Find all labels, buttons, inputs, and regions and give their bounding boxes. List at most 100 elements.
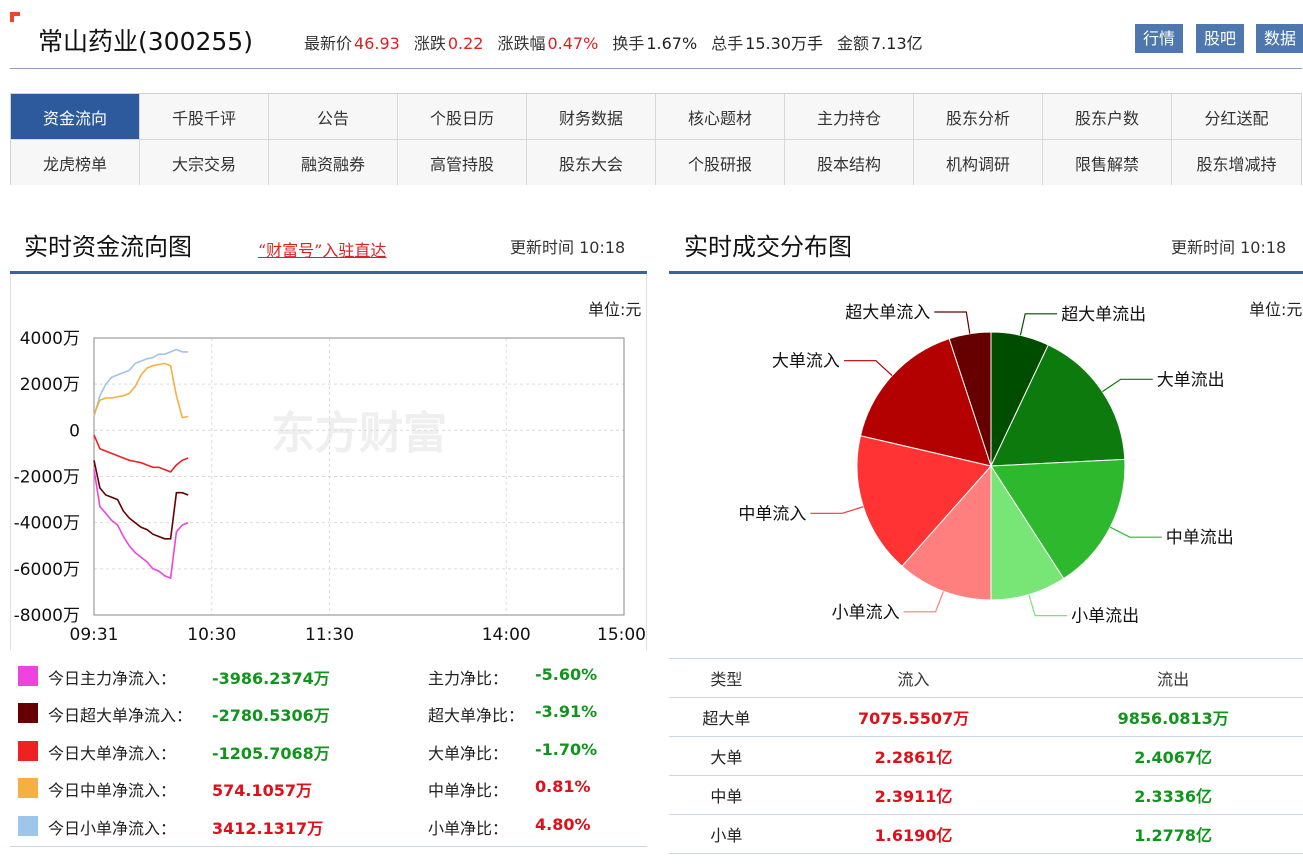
legend-bottom-divider	[10, 846, 647, 847]
legend-swatch	[18, 703, 38, 723]
legend-swatch	[18, 741, 38, 761]
y-tick-label: 0	[69, 421, 80, 441]
nav-tab[interactable]: 公告	[269, 94, 398, 140]
x-tick-label: 15:00	[597, 625, 646, 645]
legend-ratio-value: -5.60%	[535, 665, 598, 684]
series-line-large	[93, 434, 189, 473]
table-header-row: 类型 流入 流出	[669, 658, 1303, 698]
watermark-text: 东方财富	[271, 408, 447, 459]
legend-ratio-label: 超大单净比：	[428, 706, 525, 725]
x-tick-label: 11:30	[305, 625, 354, 645]
legend-value: -2780.5306万	[212, 706, 330, 725]
dist-update-time: 更新时间 10:18	[1171, 234, 1286, 258]
quote-button[interactable]: 行情	[1135, 24, 1183, 53]
y-tick-label: -4000万	[14, 514, 80, 534]
legend-label: 今日小单净流入：	[48, 819, 177, 838]
nav-tab[interactable]: 股本结构	[785, 140, 914, 185]
nav-tab[interactable]: 股东大会	[527, 140, 656, 185]
stock-title: 常山药业(300255)	[38, 27, 253, 56]
y-tick-label: -6000万	[14, 560, 80, 580]
type-cell: 大单	[669, 736, 784, 776]
nav-tab[interactable]: 个股日历	[398, 94, 527, 140]
quote-item: 金额 7.13亿	[837, 34, 923, 53]
legend-ratio-label: 中单净比：	[428, 781, 509, 800]
pie-label-leader	[1028, 594, 1068, 617]
legend-ratio-value: -1.70%	[535, 740, 598, 759]
pie-slice-label: 中单流入	[738, 504, 806, 524]
quote-item: 最新价 46.93	[304, 34, 400, 53]
nav-tab[interactable]: 个股研报	[656, 140, 785, 185]
quote-bar: 最新价 46.93 涨跌 0.22 涨跌幅 0.47% 换手 1.67% 总手 15.30万手 金额…	[304, 30, 937, 54]
legend-label: 今日中单净流入：	[48, 781, 177, 800]
y-tick-label: -8000万	[14, 606, 80, 626]
update-time-value: 10:18	[579, 238, 626, 257]
nav-tab[interactable]: 融资融券	[269, 140, 398, 185]
legend-value: 3412.1317万	[212, 819, 324, 838]
nav-tab[interactable]: 资金流向	[11, 94, 140, 140]
nav-tab[interactable]: 龙虎榜单	[11, 140, 140, 185]
quote-value: 1.67%	[646, 34, 698, 53]
quote-value: 0.22	[447, 34, 484, 53]
outflow-cell: 9856.0813万	[1043, 697, 1303, 737]
nav-tab[interactable]: 主力持仓	[785, 94, 914, 140]
quote-item: 换手 1.67%	[612, 34, 697, 53]
nav-tab[interactable]: 核心题材	[656, 94, 785, 140]
nav-tab[interactable]: 股东分析	[914, 94, 1043, 140]
quote-value: 15.30万手	[745, 34, 823, 53]
header-divider	[10, 68, 1302, 69]
quote-label: 金额	[836, 34, 869, 53]
legend-value: -1205.7068万	[212, 744, 330, 763]
brand-corner-icon	[10, 12, 20, 22]
table-row: 中单 2.3911亿 2.3336亿	[669, 775, 1303, 815]
trade-table: 类型 流入 流出 超大单 7075.5507万 9856.0813万 大单 2.2861亿 2.…	[669, 658, 1303, 854]
legend-label: 今日主力净流入：	[48, 669, 177, 688]
legend-ratio-value: -3.91%	[535, 702, 598, 721]
series-line-medium	[93, 362, 189, 419]
outflow-cell: 2.4067亿	[1043, 736, 1303, 776]
pie-slice-label: 小单流入	[832, 603, 900, 623]
nav-tab[interactable]: 财务数据	[527, 94, 656, 140]
nav-tab[interactable]: 限售解禁	[1043, 140, 1172, 185]
type-cell: 小单	[669, 814, 784, 854]
table-header-cell: 流入	[783, 658, 1044, 698]
flow-unit-label: 单位:元	[588, 300, 642, 319]
type-cell: 中单	[669, 775, 784, 815]
outflow-cell: 1.2778亿	[1043, 814, 1303, 854]
trade-distribution-pie-chart: 超大单流出大单流出中单流出小单流出 小单流入 中单流入 大单流入 超大单流入	[738, 303, 1234, 627]
update-label: 更新时间	[510, 238, 575, 257]
nav-tab[interactable]: 机构调研	[914, 140, 1043, 185]
quote-label: 最新价	[304, 34, 353, 53]
nav-tab[interactable]: 大宗交易	[140, 140, 269, 185]
x-tick-label: 14:00	[482, 625, 531, 645]
nav-tab[interactable]: 股东户数	[1043, 94, 1172, 140]
nav-tab[interactable]: 千股千评	[140, 94, 269, 140]
forum-button[interactable]: 股吧	[1196, 24, 1244, 53]
legend-ratio-value: 0.81%	[535, 777, 591, 796]
data-button[interactable]: 数据	[1256, 24, 1303, 53]
y-tick-label: 2000万	[20, 375, 80, 395]
quote-label: 涨跌	[413, 34, 446, 53]
update-label: 更新时间	[1171, 238, 1236, 257]
legend-ratio-value: 4.80%	[535, 815, 591, 834]
update-time-value: 10:18	[1240, 238, 1287, 257]
type-cell: 超大单	[669, 697, 784, 737]
fortune-link[interactable]: “财富号”入驻直达	[258, 237, 386, 261]
inflow-cell: 1.6190亿	[783, 814, 1044, 854]
nav-tab[interactable]: 高管持股	[398, 140, 527, 185]
realtime-flow-line-chart: 东方财富 4000万 2000万 0 -2000万 -4000万 -6000万 -8000万0…	[14, 329, 646, 645]
legend-swatch	[18, 778, 38, 798]
pie-slice-label: 大单流出	[1157, 370, 1225, 390]
legend-label: 今日超大单净流入：	[48, 706, 193, 725]
nav-tab[interactable]: 股东增减持	[1172, 140, 1301, 185]
dist-chart-title: 实时成交分布图	[684, 233, 852, 261]
quote-item: 总手 15.30万手	[711, 34, 823, 53]
table-row: 大单 2.2861亿 2.4067亿	[669, 736, 1303, 776]
flow-update-time: 更新时间 10:18	[510, 234, 625, 258]
pie-label-leader	[1102, 378, 1153, 393]
quote-label: 总手	[711, 34, 744, 53]
pie-slice-label: 大单流入	[772, 352, 840, 372]
x-tick-label: 10:30	[187, 625, 236, 645]
table-header-cell: 流出	[1043, 658, 1303, 698]
nav-tab[interactable]: 分红送配	[1172, 94, 1301, 140]
pie-slice-label: 中单流出	[1166, 528, 1234, 548]
